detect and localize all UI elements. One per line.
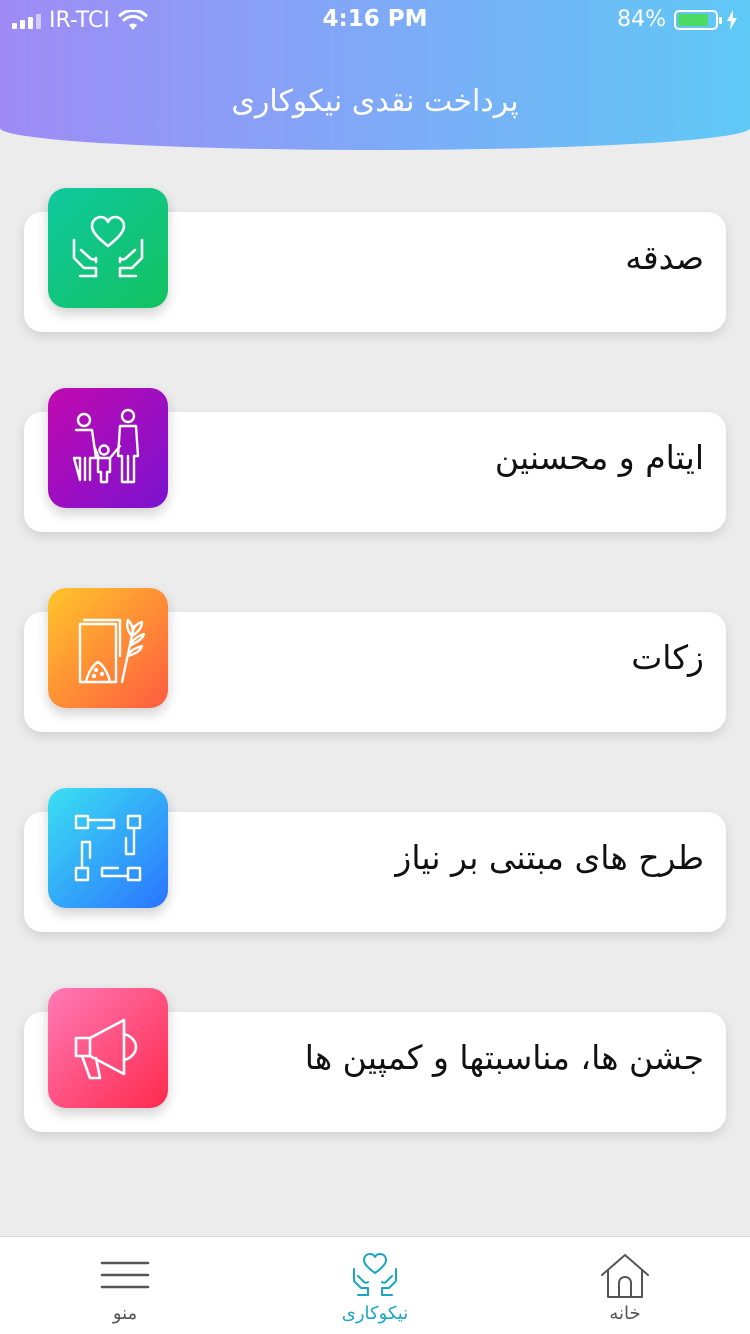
teamwork-hands-icon[interactable] <box>48 788 168 908</box>
family-icon[interactable] <box>48 388 168 508</box>
bottom-nav: منو نیکوکاری خانه <box>0 1236 750 1334</box>
app-root: IR-TCI 4:16 PM 84% پرداخت نقدی نیکوکاری … <box>0 0 750 1334</box>
status-right: 84% <box>617 7 738 32</box>
battery-icon <box>674 9 722 30</box>
hamburger-menu-icon <box>100 1261 150 1289</box>
card-label: ایتام و محسنین <box>494 438 704 477</box>
charging-bolt-icon <box>727 9 737 30</box>
nav-home[interactable]: خانه <box>555 1251 695 1324</box>
header: IR-TCI 4:16 PM 84% پرداخت نقدی نیکوکاری <box>0 0 750 150</box>
card-label: صدقه <box>625 238 704 277</box>
nav-menu[interactable]: منو <box>55 1251 195 1324</box>
nav-label: خانه <box>609 1303 641 1324</box>
nav-label: منو <box>112 1303 138 1324</box>
card-label: زکات <box>631 638 704 677</box>
status-bar: IR-TCI 4:16 PM 84% <box>0 0 750 40</box>
card-label: طرح های مبتنی بر نیاز <box>395 838 704 877</box>
page-title: پرداخت نقدی نیکوکاری <box>231 84 519 119</box>
wheat-grain-icon[interactable] <box>48 588 168 708</box>
megaphone-icon[interactable] <box>48 988 168 1108</box>
nav-charity[interactable]: نیکوکاری <box>305 1251 445 1324</box>
home-icon <box>601 1254 649 1298</box>
hands-heart-icon <box>353 1253 397 1296</box>
card-label: جشن ها، مناسبتها و کمپین ها <box>304 1038 704 1077</box>
nav-label: نیکوکاری <box>341 1303 409 1324</box>
battery-percent: 84% <box>617 7 666 32</box>
charity-hands-heart-icon[interactable] <box>48 188 168 308</box>
